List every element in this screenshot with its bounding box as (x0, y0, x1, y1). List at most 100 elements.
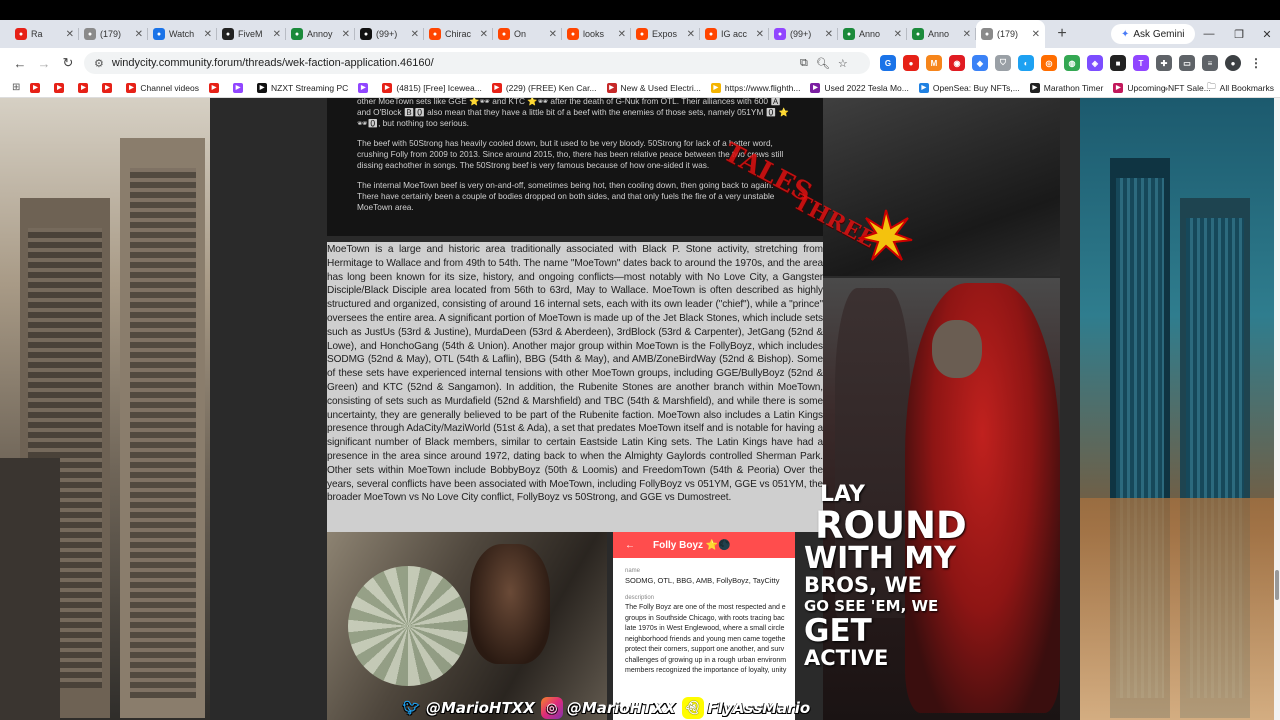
youtube-icon: ● (15, 28, 27, 40)
reading-list-icon[interactable]: ≡ (1202, 55, 1218, 71)
bookmark-item[interactable]: ▶ https://www.flighth... (710, 82, 800, 93)
close-tab-icon[interactable]: ✕ (963, 29, 971, 40)
close-tab-icon[interactable]: ✕ (618, 29, 626, 40)
close-tab-icon[interactable]: ✕ (549, 29, 557, 40)
bookmark-item[interactable]: ▶ OpenSea: Buy NFTs,... (918, 82, 1020, 93)
browser-tab[interactable]: ● Chirac ✕ (424, 20, 493, 48)
close-tab-icon[interactable]: ✕ (342, 29, 350, 40)
address-bar[interactable]: ⚙ windycity.community.forum/threads/wek-… (84, 52, 870, 74)
close-tab-icon[interactable]: ✕ (1032, 29, 1040, 40)
site-info-icon[interactable]: ⚙ (94, 57, 104, 70)
close-tab-icon[interactable]: ✕ (273, 29, 281, 40)
extension-icon[interactable]: ◈ (1087, 55, 1103, 71)
close-tab-icon[interactable]: ✕ (135, 29, 143, 40)
reload-button[interactable]: ↻ (56, 51, 80, 75)
bookmark-item[interactable]: ▶ (209, 82, 223, 93)
bookmark-item[interactable]: ▶ (30, 82, 44, 93)
extension-icon[interactable]: ◎ (1041, 55, 1057, 71)
browser-tab[interactable]: ● Expos ✕ (631, 20, 700, 48)
close-tab-icon[interactable]: ✕ (480, 29, 488, 40)
bookmark-item[interactable]: ▶ New & Used Electri... (606, 82, 701, 93)
page-scrollbar[interactable] (1274, 98, 1280, 720)
tiktok-icon: ● (360, 28, 372, 40)
bookmark-label: New & Used Electri... (620, 82, 701, 93)
bookmark-item[interactable]: ▶ (54, 82, 68, 93)
bookmark-item[interactable]: ▶ (4815) [Free] Icewea... (382, 82, 482, 93)
forum-icon: ● (981, 28, 993, 40)
menu-kebab-icon[interactable]: ⋮ (1248, 55, 1264, 71)
browser-tab[interactable]: ● Watch ✕ (148, 20, 217, 48)
extension-icon[interactable]: ◉ (949, 55, 965, 71)
extension-icon[interactable]: ◍ (1064, 55, 1080, 71)
browser-tab[interactable]: ● Ra ✕ (10, 20, 79, 48)
tab-title: Chirac (445, 29, 472, 39)
forward-button[interactable]: → (32, 51, 56, 75)
browser-tab[interactable]: ● (99+) ✕ (355, 20, 424, 48)
metamask-icon[interactable]: M (926, 55, 942, 71)
browser-tab[interactable]: ● IG acc ✕ (700, 20, 769, 48)
close-tab-icon[interactable]: ✕ (825, 29, 833, 40)
card-name-value: SODMG, OTL, BBG, AMB, FollyBoyz, TayCitt… (625, 576, 780, 585)
extension-icon[interactable]: ■ (1110, 55, 1126, 71)
bookmark-item[interactable]: ▶ Channel videos (126, 82, 199, 93)
browser-tab[interactable]: ● looks ✕ (562, 20, 631, 48)
browser-tab[interactable]: ● Anno ✕ (838, 20, 907, 48)
new-tab-button[interactable]: + (1051, 23, 1073, 45)
tab-title: (99+) (376, 29, 398, 39)
tab-title: (99+) (790, 29, 812, 39)
watch-icon: ● (153, 28, 165, 40)
back-button[interactable]: ← (8, 51, 32, 75)
puzzle-icon[interactable]: ✚ (1156, 55, 1172, 71)
extension-icon[interactable]: ◐ (1018, 55, 1034, 71)
browser-tab[interactable]: ● Annoy ✕ (286, 20, 355, 48)
avatar[interactable]: ● (1225, 55, 1241, 71)
youtube-icon: ▶ (126, 82, 137, 93)
bookmark-item[interactable]: ▶ (358, 82, 372, 93)
bookmark-label: (229) (FREE) Ken Car... (505, 82, 597, 93)
browser-tab[interactable]: ● FiveM ✕ (217, 20, 286, 48)
bookmark-item[interactable]: ▶ Upcoming NFT Sale... (1113, 82, 1211, 93)
bookmark-item[interactable]: ▶ NZXT Streaming PC (257, 82, 348, 93)
bookmark-item[interactable]: ▶ Marathon Timer (1029, 82, 1103, 93)
zoom-icon[interactable]: 🔍︎ (816, 57, 830, 70)
close-tab-icon[interactable]: ✕ (756, 29, 764, 40)
cash-fan (348, 566, 468, 686)
minimize-button[interactable]: — (1194, 22, 1224, 46)
extension-icon[interactable]: ● (903, 55, 919, 71)
close-tab-icon[interactable]: ✕ (687, 29, 695, 40)
browser-tab[interactable]: ● (179) ✕ (79, 20, 148, 48)
post-paragraph: The internal MoeTown beef is very on-and… (357, 180, 775, 212)
browser-tab[interactable]: ● (179) ✕ (976, 20, 1045, 48)
bookmark-item[interactable]: ▶ (102, 82, 116, 93)
more-bookmarks-icon[interactable]: » (1163, 78, 1168, 98)
shield-icon[interactable]: ⛉ (995, 55, 1011, 71)
bookmark-item[interactable]: ▶ Used 2022 Tesla Mo... (810, 82, 909, 93)
maximize-button[interactable]: ❐ (1224, 22, 1254, 46)
close-tab-icon[interactable]: ✕ (66, 29, 74, 40)
twitch-icon[interactable]: T (1133, 55, 1149, 71)
install-app-icon[interactable]: ⧉ (800, 57, 808, 70)
browser-tab[interactable]: ● On ✕ (493, 20, 562, 48)
all-bookmarks-button[interactable]: 🗀 All Bookmarks (1207, 78, 1274, 98)
apps-grid-icon[interactable]: ⊞ (12, 82, 20, 93)
youtube-icon: ▶ (102, 82, 113, 93)
bookmark-item[interactable]: ▶ (233, 82, 247, 93)
bookmark-item[interactable]: ▶ (78, 82, 92, 93)
bookmark-star-icon[interactable]: ☆ (838, 57, 848, 70)
scrollbar-thumb[interactable] (1275, 570, 1279, 600)
browser-tab[interactable]: ● (99+) ✕ (769, 20, 838, 48)
card-desc-value: The Folly Boyz are one of the most respe… (625, 604, 787, 674)
cast-icon[interactable]: ▭ (1179, 55, 1195, 71)
bookmark-item[interactable]: ▶ (229) (FREE) Ken Car... (491, 82, 597, 93)
close-tab-icon[interactable]: ✕ (411, 29, 419, 40)
close-window-button[interactable]: ✕ (1252, 22, 1280, 46)
ask-gemini-button[interactable]: ✦ Ask Gemini (1111, 24, 1195, 44)
lyric-line: ACTIVE (804, 646, 889, 670)
close-tab-icon[interactable]: ✕ (204, 29, 212, 40)
close-tab-icon[interactable]: ✕ (894, 29, 902, 40)
reddit-icon: ● (705, 28, 717, 40)
back-arrow-icon[interactable]: ← (625, 540, 635, 551)
browser-tab[interactable]: ● Anno ✕ (907, 20, 976, 48)
extension-icon[interactable]: ◆ (972, 55, 988, 71)
extension-icon[interactable]: G (880, 55, 896, 71)
